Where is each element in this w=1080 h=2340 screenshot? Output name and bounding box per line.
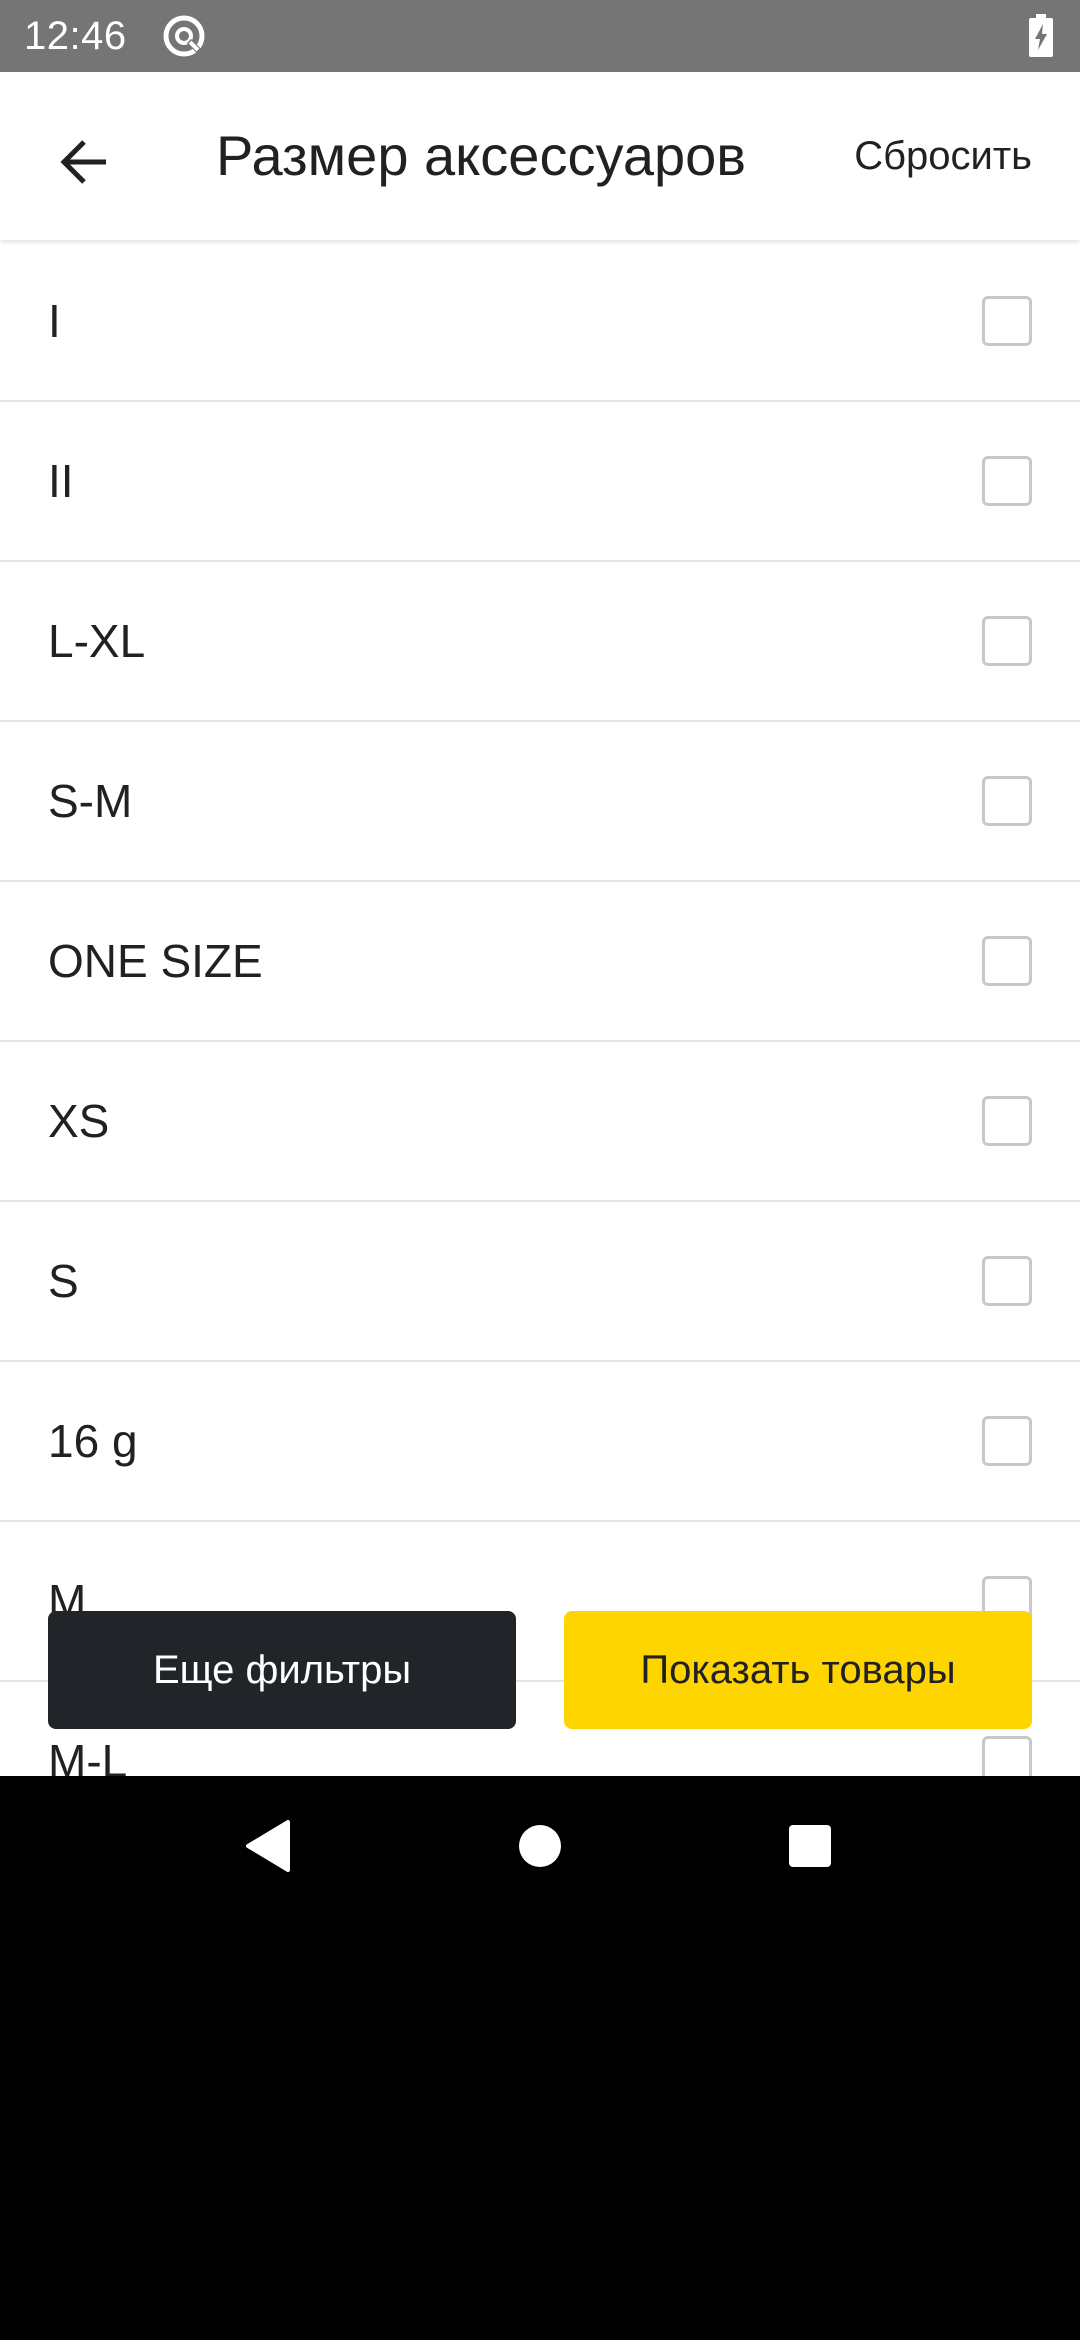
size-label: I — [48, 295, 61, 347]
size-label: S-M — [48, 775, 133, 827]
size-checkbox[interactable] — [982, 776, 1032, 826]
size-checkbox[interactable] — [982, 1096, 1032, 1146]
size-row-xs[interactable]: XS — [0, 1042, 1080, 1202]
size-list: I II L-XL S-M ONE SIZE XS S 16 g M M-L — [0, 242, 1080, 1776]
nav-recents-button[interactable] — [768, 1806, 852, 1890]
toolbar: Размер аксессуаров Сбросить — [0, 72, 1080, 240]
size-checkbox[interactable] — [982, 296, 1032, 346]
size-label: L-XL — [48, 615, 146, 667]
size-label: M-L — [48, 1735, 128, 1776]
reset-button[interactable]: Сбросить — [854, 130, 1032, 182]
app-content: Размер аксессуаров Сбросить I II L-XL S-… — [0, 72, 1080, 1776]
circle-home-icon — [517, 1823, 563, 1874]
size-row-s-m[interactable]: S-M — [0, 722, 1080, 882]
show-products-button[interactable]: Показать товары — [564, 1611, 1032, 1729]
size-row-one-size[interactable]: ONE SIZE — [0, 882, 1080, 1042]
size-row-ii[interactable]: II — [0, 402, 1080, 562]
size-checkbox[interactable] — [982, 1256, 1032, 1306]
size-checkbox[interactable] — [982, 456, 1032, 506]
back-button[interactable] — [36, 116, 132, 212]
size-checkbox[interactable] — [982, 1416, 1032, 1466]
size-label: II — [48, 455, 74, 507]
size-row-i[interactable]: I — [0, 242, 1080, 402]
status-time: 12:46 — [24, 14, 127, 58]
size-checkbox[interactable] — [982, 936, 1032, 986]
size-label: S — [48, 1255, 79, 1307]
size-row-l-xl[interactable]: L-XL — [0, 562, 1080, 722]
size-label: 16 g — [48, 1415, 138, 1467]
at-sign-icon — [162, 14, 206, 58]
size-label: XS — [48, 1095, 110, 1147]
triangle-back-icon — [244, 1819, 292, 1877]
status-bar: 12:46 — [0, 0, 1080, 72]
size-row-s[interactable]: S — [0, 1202, 1080, 1362]
size-label: ONE SIZE — [48, 935, 263, 987]
battery-charging-icon — [1028, 14, 1054, 58]
arrow-left-icon — [56, 134, 112, 195]
nav-home-button[interactable] — [498, 1806, 582, 1890]
square-recents-icon — [787, 1823, 833, 1874]
more-filters-button[interactable]: Еще фильтры — [48, 1611, 516, 1729]
page-title: Размер аксессуаров — [216, 124, 747, 187]
size-row-16g[interactable]: 16 g — [0, 1362, 1080, 1522]
size-checkbox[interactable] — [982, 616, 1032, 666]
size-checkbox[interactable] — [982, 1736, 1032, 1776]
nav-back-button[interactable] — [226, 1806, 310, 1890]
navigation-bar — [0, 1776, 1080, 1920]
